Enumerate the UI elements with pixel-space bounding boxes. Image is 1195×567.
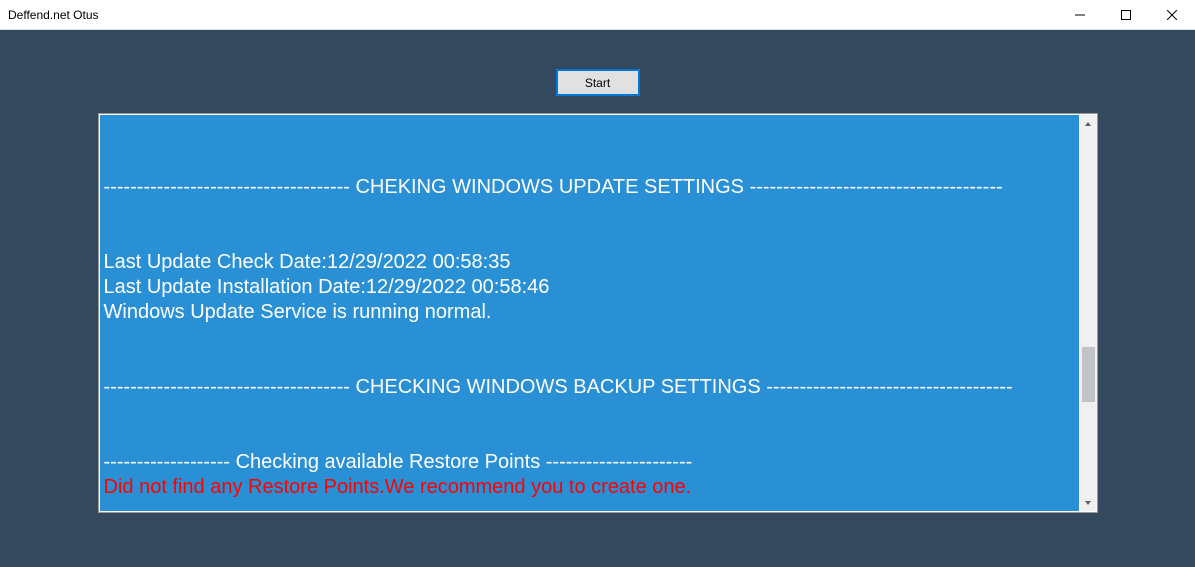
app-body: Start ----------------------------------… bbox=[0, 30, 1195, 567]
console-line bbox=[104, 400, 1075, 425]
toolbar: Start bbox=[557, 30, 639, 113]
console-line bbox=[104, 200, 1075, 225]
console-line: Did not find any Restore Points.We recom… bbox=[104, 475, 1075, 500]
console-line bbox=[104, 425, 1075, 450]
scroll-thumb[interactable] bbox=[1082, 347, 1095, 402]
console-output: ------------------------------------- CH… bbox=[100, 115, 1079, 511]
console-line: ------------------------------------- CH… bbox=[104, 375, 1075, 400]
minimize-button[interactable] bbox=[1057, 0, 1103, 29]
console-line bbox=[104, 225, 1075, 250]
titlebar: Deffend.net Otus bbox=[0, 0, 1195, 30]
window-title: Deffend.net Otus bbox=[8, 8, 99, 22]
scroll-track[interactable] bbox=[1080, 132, 1097, 494]
console-line: ------------------- Checking available R… bbox=[104, 450, 1075, 475]
window-controls bbox=[1057, 0, 1195, 29]
console-frame: ------------------------------------- CH… bbox=[98, 113, 1098, 513]
console-line: Last Update Check Date:12/29/2022 00:58:… bbox=[104, 250, 1075, 275]
console-line bbox=[104, 350, 1075, 375]
console-line bbox=[104, 150, 1075, 175]
console-line: Last Update Installation Date:12/29/2022… bbox=[104, 275, 1075, 300]
console-line: Windows Update Service is running normal… bbox=[104, 300, 1075, 325]
maximize-button[interactable] bbox=[1103, 0, 1149, 29]
scrollbar[interactable] bbox=[1080, 115, 1097, 511]
scroll-up-arrow-icon[interactable] bbox=[1080, 115, 1097, 132]
console-line: ------------------------------------- CH… bbox=[104, 175, 1075, 200]
start-button[interactable]: Start bbox=[557, 70, 639, 95]
scroll-down-arrow-icon[interactable] bbox=[1080, 494, 1097, 511]
close-button[interactable] bbox=[1149, 0, 1195, 29]
console-line bbox=[104, 125, 1075, 150]
console-line bbox=[104, 325, 1075, 350]
